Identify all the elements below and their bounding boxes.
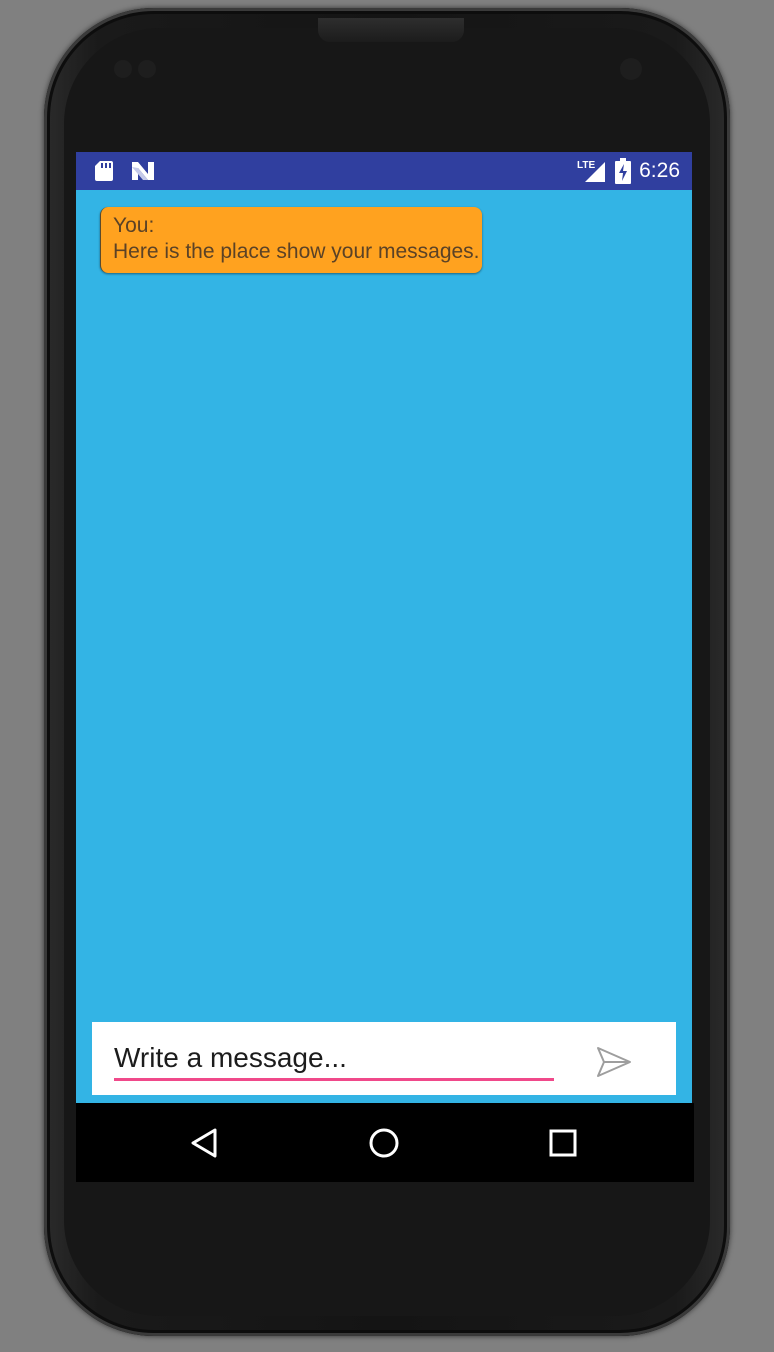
- recents-icon[interactable]: [543, 1123, 583, 1163]
- send-icon[interactable]: [594, 1042, 634, 1082]
- message-text: Here is the place show your messages.: [113, 240, 480, 263]
- navigation-bar: [76, 1103, 694, 1182]
- status-left-icons: [94, 160, 156, 182]
- message-sender: You:: [113, 214, 155, 237]
- status-right-icons: LTE 6:26: [577, 158, 680, 184]
- lte-signal-icon: LTE: [577, 160, 606, 182]
- sd-card-icon: [95, 161, 113, 181]
- status-clock: 6:26: [639, 159, 680, 182]
- emulator-stage: LTE 6:26 You: Here is the place show you…: [0, 0, 774, 1352]
- front-camera: [620, 58, 642, 80]
- lte-label: LTE: [577, 160, 595, 171]
- earpiece-speaker: [318, 18, 464, 42]
- message-input[interactable]: [114, 1038, 554, 1081]
- battery-charging-icon: [615, 158, 632, 184]
- sensor-dot: [114, 60, 132, 78]
- back-icon[interactable]: [185, 1123, 225, 1163]
- status-bar: LTE 6:26: [76, 152, 692, 190]
- message-composer: [92, 1022, 676, 1095]
- message-bubble[interactable]: You: Here is the place show your message…: [100, 207, 482, 273]
- home-icon[interactable]: [364, 1123, 404, 1163]
- message-list: You: Here is the place show your message…: [100, 207, 482, 273]
- android-n-icon: [132, 162, 154, 180]
- app-screen: LTE 6:26 You: Here is the place show you…: [76, 152, 692, 1103]
- sensor-dot: [138, 60, 156, 78]
